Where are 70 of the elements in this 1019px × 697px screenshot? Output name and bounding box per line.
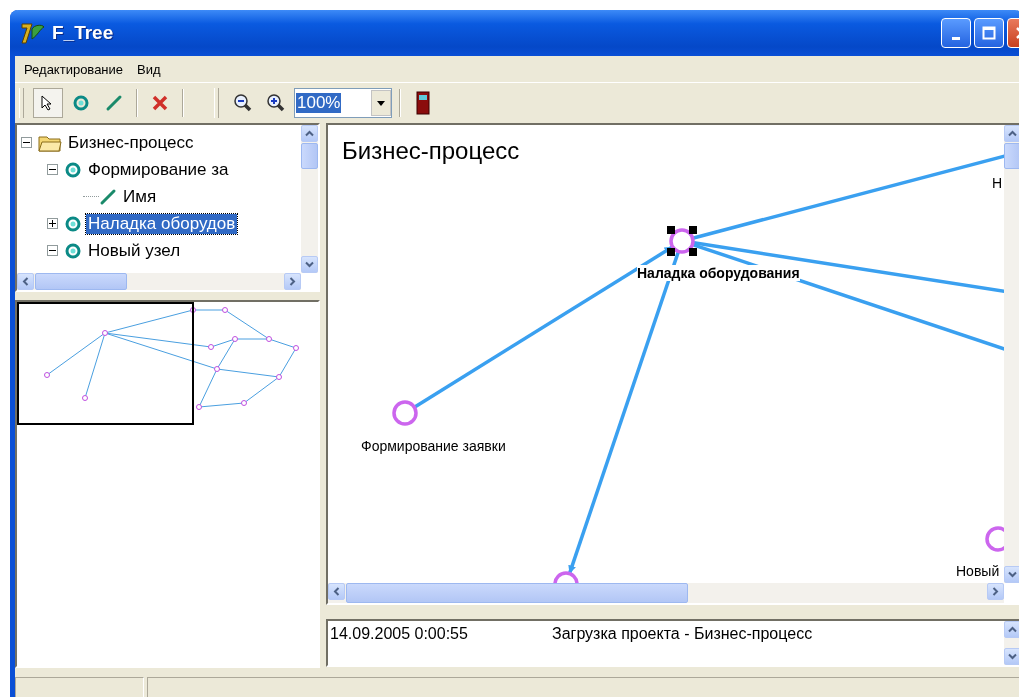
scroll-right-button[interactable] — [284, 273, 301, 290]
node-label: Наладка оборудования — [637, 265, 800, 281]
caret-icon — [377, 100, 385, 106]
chevron-icon — [1008, 653, 1017, 660]
scroll-thumb[interactable] — [301, 143, 318, 169]
menu-item[interactable]: Редактирование — [18, 59, 130, 79]
collapse-toggle[interactable] — [47, 164, 58, 175]
close-icon — [151, 94, 169, 112]
minus-icon — [49, 166, 56, 173]
scroll-right-button[interactable] — [987, 583, 1004, 600]
log-time: 14.09.2005 0:00:55 — [330, 625, 469, 643]
minus-icon — [23, 139, 30, 146]
tree-item[interactable]: Имя — [121, 186, 159, 207]
ring-icon — [64, 214, 82, 233]
chevron-icon — [1008, 626, 1017, 633]
node-label: Н — [992, 175, 1003, 191]
expand-toggle[interactable] — [47, 218, 58, 229]
node-label: Новый — [956, 563, 1000, 579]
plus-icon — [49, 220, 56, 227]
scroll-thumb[interactable] — [346, 583, 688, 603]
node-label: Формирование заявки — [361, 438, 506, 454]
vertical-scrollbar[interactable] — [1004, 125, 1019, 583]
door-icon — [416, 91, 430, 115]
dropdown-button[interactable] — [371, 90, 391, 116]
horizontal-scrollbar[interactable] — [328, 583, 1004, 603]
zoom-out-icon — [233, 93, 253, 113]
scroll-up-button[interactable] — [301, 125, 318, 142]
horizontal-scrollbar[interactable] — [17, 273, 301, 290]
tree-item[interactable]: Формирование за — [86, 159, 231, 180]
collapse-toggle[interactable] — [47, 245, 58, 256]
pencil-line-icon — [105, 94, 123, 112]
zoom-in-icon — [266, 93, 286, 113]
scroll-left-button[interactable] — [328, 583, 345, 600]
scroll-up-button[interactable] — [1004, 621, 1019, 638]
menu-item[interactable]: Вид — [131, 59, 167, 79]
zoom-select[interactable]: 100% — [294, 88, 392, 118]
tree-item[interactable]: Новый узел — [86, 240, 183, 261]
scroll-thumb[interactable] — [1004, 143, 1019, 169]
chevron-icon — [1008, 130, 1017, 137]
window-title: F_Tree — [52, 22, 114, 44]
node-circle[interactable] — [392, 400, 418, 426]
scroll-thumb[interactable] — [35, 273, 127, 290]
maximize-icon — [982, 26, 996, 40]
pencil-line-icon — [99, 187, 117, 206]
selected-node[interactable] — [667, 226, 697, 256]
maximize-button[interactable] — [974, 18, 1004, 48]
ring-icon — [72, 94, 90, 112]
collapse-toggle[interactable] — [21, 137, 32, 148]
tree-item[interactable]: Бизнес-процесс — [66, 132, 196, 153]
diagram-title: Бизнес-процесс — [342, 137, 520, 165]
minimize-button[interactable] — [941, 18, 971, 48]
scroll-down-button[interactable] — [1004, 566, 1019, 583]
chevron-icon — [22, 277, 29, 286]
scroll-left-button[interactable] — [17, 273, 34, 290]
tree-item[interactable]: Наладка оборудов — [86, 213, 238, 234]
folder-icon — [38, 133, 62, 152]
vertical-scrollbar[interactable] — [301, 125, 318, 273]
minimize-icon — [952, 36, 960, 40]
scroll-down-button[interactable] — [1004, 648, 1019, 665]
chevron-icon — [305, 130, 314, 137]
ring-icon — [64, 160, 82, 179]
scroll-up-button[interactable] — [1004, 125, 1019, 142]
log-message: Загрузка проекта - Бизнес-процесс — [552, 625, 813, 643]
vertical-scrollbar[interactable] — [1004, 621, 1019, 665]
chevron-icon — [333, 587, 340, 596]
app-logo-icon — [20, 21, 46, 45]
minus-icon — [49, 247, 56, 254]
scroll-down-button[interactable] — [301, 256, 318, 273]
pointer-tool-button[interactable] — [33, 88, 63, 118]
ring-icon — [64, 241, 82, 260]
